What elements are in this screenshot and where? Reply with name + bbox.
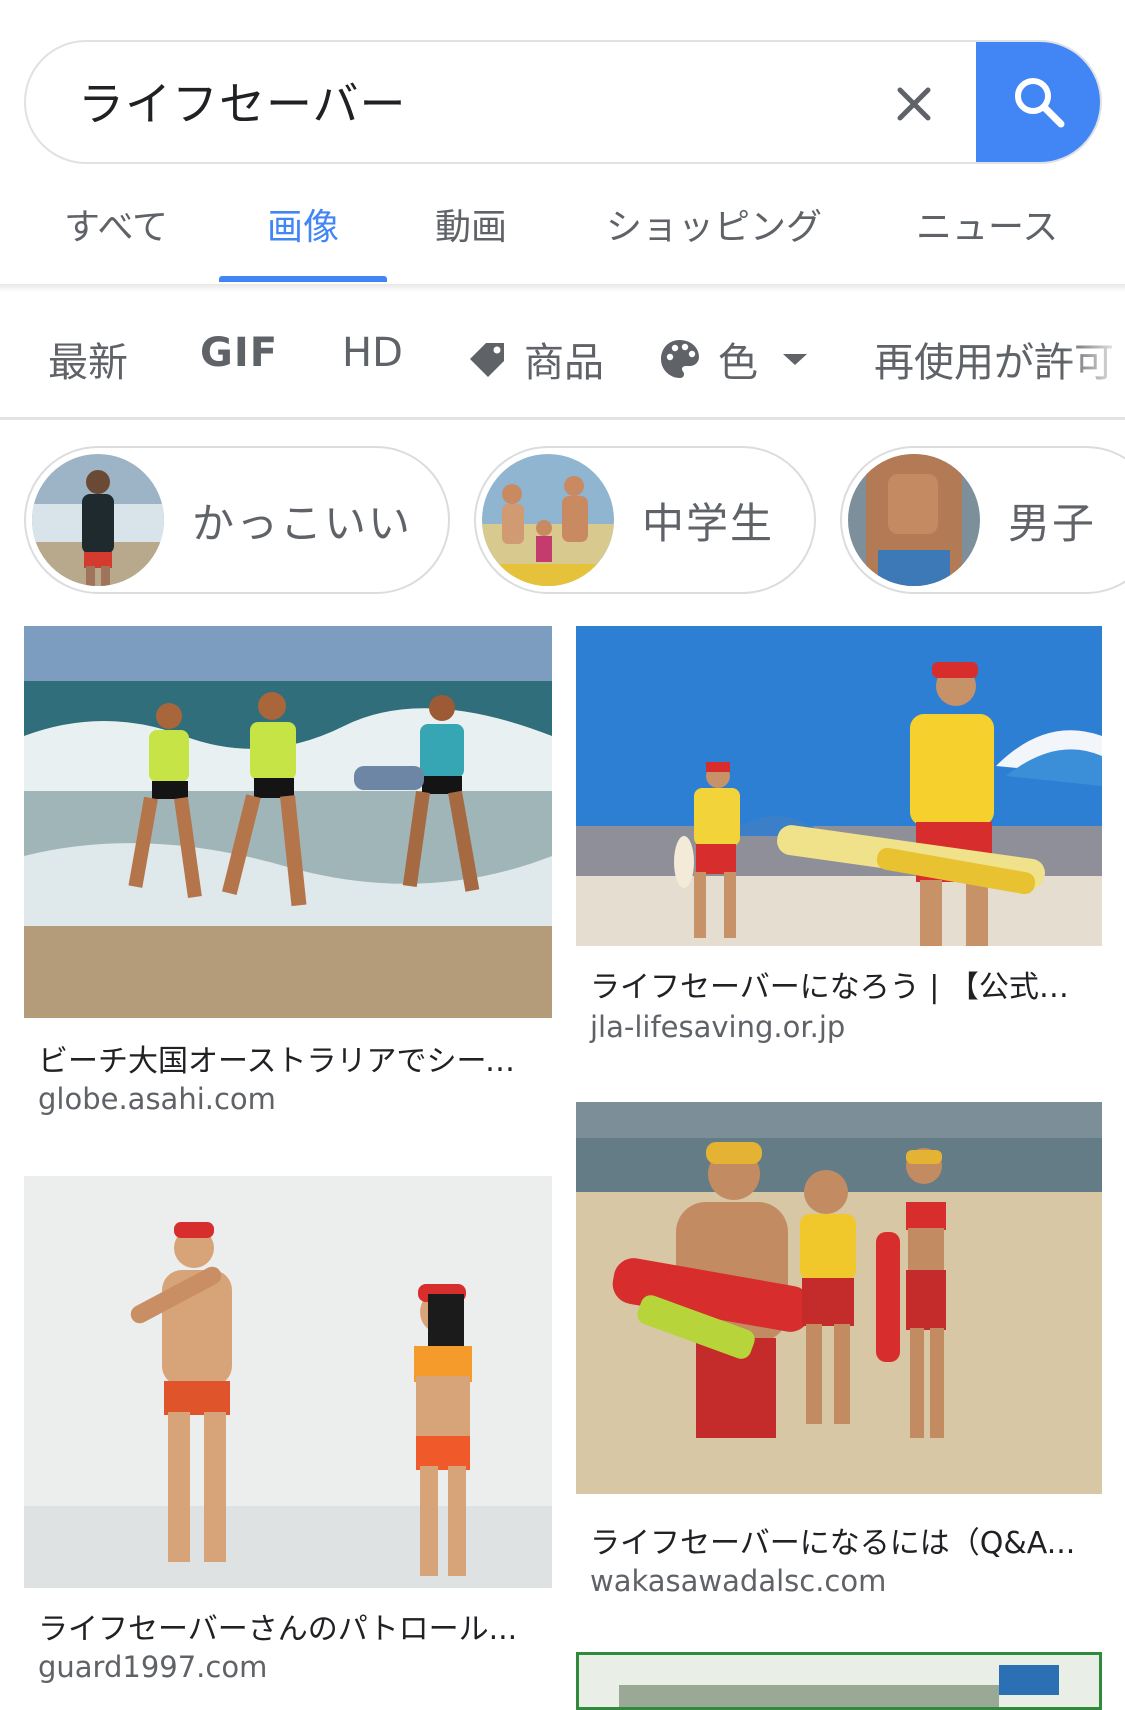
result-image[interactable]	[24, 626, 552, 1018]
image-result[interactable]: ライフセーバーさんのパトロール... guard1997.com	[24, 1176, 552, 1686]
related-chip-junior-high[interactable]: 中学生	[474, 446, 816, 594]
filter-gif-label: GIF	[200, 330, 279, 376]
filter-latest[interactable]: 最新	[48, 330, 128, 388]
result-title[interactable]: ビーチ大国オーストラリアでシーズ...	[38, 1036, 538, 1080]
filter-bar: 最新 GIF HD 商品 色 再使用が許可	[0, 300, 1125, 418]
filter-color-label: 色	[718, 340, 758, 386]
search-button[interactable]	[976, 42, 1100, 162]
filter-products-label: 商品	[524, 340, 604, 386]
filters-fade	[1065, 300, 1125, 418]
related-chip-label: 中学生	[642, 498, 775, 548]
close-icon	[897, 87, 931, 121]
tab-images[interactable]: 画像	[267, 198, 339, 250]
dropdown-arrow-icon	[783, 354, 807, 365]
tab-all[interactable]: すべて	[64, 198, 168, 250]
result-domain: globe.asahi.com	[38, 1082, 276, 1116]
tabs-divider	[0, 284, 1125, 292]
filters-divider	[0, 417, 1125, 420]
tab-shopping[interactable]: ショッピング	[606, 198, 822, 250]
clear-button[interactable]	[876, 66, 952, 142]
search-bar[interactable]: ライフセーバー	[24, 40, 1102, 164]
result-image[interactable]	[576, 1102, 1102, 1494]
result-image[interactable]	[24, 1176, 552, 1588]
search-input[interactable]: ライフセーバー	[78, 68, 407, 134]
tab-news[interactable]: ニュース	[916, 198, 1058, 250]
filter-products[interactable]: 商品	[466, 330, 604, 388]
search-icon	[1015, 78, 1065, 128]
related-chip-thumbnail	[482, 454, 614, 586]
result-domain: jla-lifesaving.or.jp	[590, 1010, 846, 1044]
result-title[interactable]: ライフセーバーさんのパトロール...	[38, 1604, 538, 1648]
image-result[interactable]: ライフセーバーになろう | 【公式】... jla-lifesaving.or.…	[576, 626, 1102, 1056]
image-result[interactable]: ビーチ大国オーストラリアでシーズ... globe.asahi.com	[24, 626, 552, 1126]
related-chip-label: 男子	[1008, 498, 1097, 548]
result-image[interactable]	[576, 1652, 1102, 1710]
tag-icon	[470, 343, 504, 377]
filter-hd[interactable]: HD	[342, 330, 403, 376]
result-domain: wakasawadalsc.com	[590, 1564, 887, 1598]
filter-gif[interactable]: GIF	[200, 330, 278, 376]
search-tabs: すべて 画像 動画 ショッピング ニュース	[0, 180, 1125, 284]
palette-icon	[661, 340, 699, 378]
related-chip-label: かっこいい	[192, 498, 413, 548]
tab-videos[interactable]: 動画	[435, 198, 507, 250]
related-chip-thumbnail	[848, 454, 980, 586]
related-chip-cool[interactable]: かっこいい	[24, 446, 450, 594]
image-result[interactable]: ライフセーバーになるには（Q&A... wakasawadalsc.com	[576, 1102, 1102, 1598]
result-title[interactable]: ライフセーバーになろう | 【公式】...	[590, 962, 1090, 1006]
related-chip-boys[interactable]: 男子	[840, 446, 1125, 594]
active-tab-indicator	[219, 276, 387, 282]
result-title[interactable]: ライフセーバーになるには（Q&A...	[590, 1518, 1090, 1562]
result-image[interactable]	[576, 626, 1102, 946]
result-domain: guard1997.com	[38, 1650, 268, 1684]
image-result[interactable]	[576, 1652, 1102, 1710]
filter-color[interactable]: 色	[658, 330, 810, 388]
related-chip-thumbnail	[32, 454, 164, 586]
